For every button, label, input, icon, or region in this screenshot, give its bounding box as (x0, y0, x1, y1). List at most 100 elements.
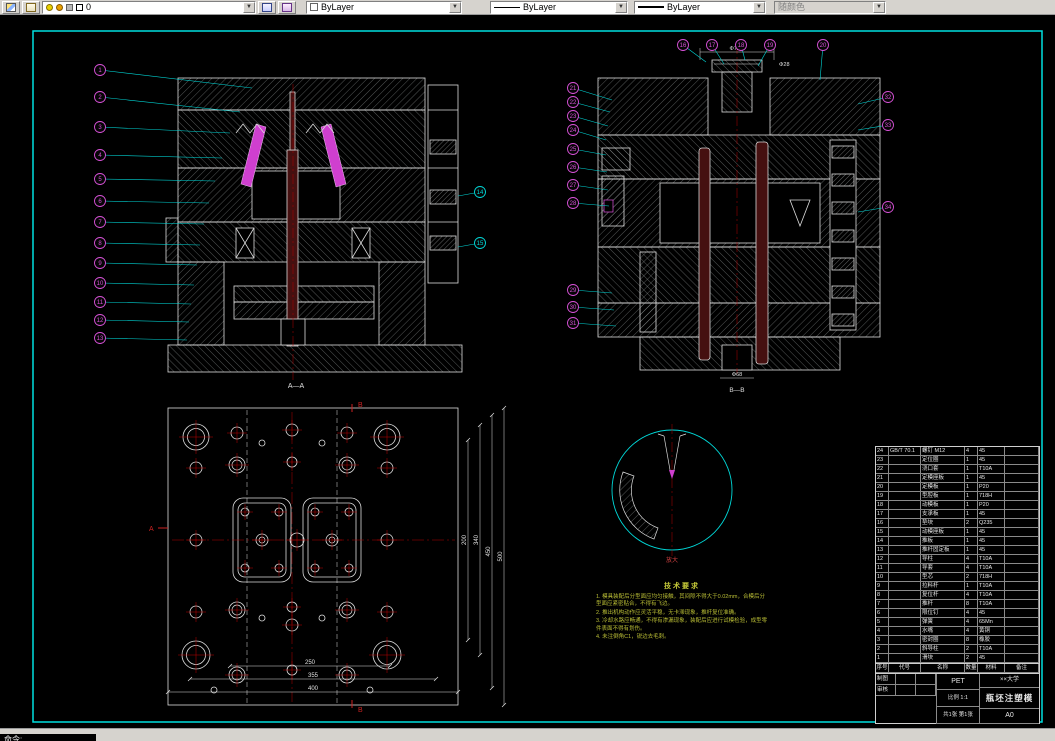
hole-feature (179, 420, 213, 454)
sign-label: 审核 (876, 685, 896, 695)
layer-previous-button[interactable] (278, 0, 296, 14)
title-block-right: ××大学 瓶坯注塑模 A0 (979, 674, 1039, 724)
hole-feature (322, 530, 342, 550)
dimension: 450 (486, 412, 495, 691)
chevron-down-icon: ▼ (873, 1, 885, 13)
svg-text:400: 400 (308, 686, 319, 692)
color-swatch (310, 3, 318, 11)
hole-feature (377, 602, 397, 622)
hole-feature (225, 663, 249, 687)
hole-feature (283, 661, 301, 679)
svg-text:15: 15 (477, 241, 484, 247)
sheet-icon (282, 2, 292, 12)
bom-row: 14 推板 1 45 (876, 537, 1039, 546)
bom-row: 9 拉料杆 1 T10A (876, 582, 1039, 591)
section-view-a-a (165, 77, 463, 380)
hole-feature (227, 423, 247, 443)
layer-color-chip (76, 3, 83, 11)
hole-feature (252, 530, 272, 550)
svg-text:500: 500 (498, 551, 504, 562)
bom-row: 2 斜导柱 2 T10A (876, 645, 1039, 654)
dimension: 340 (474, 422, 483, 658)
svg-text:17: 17 (709, 43, 716, 49)
svg-text:22: 22 (570, 100, 577, 106)
chevron-down-icon[interactable]: ▼ (753, 1, 765, 13)
part-balloon: 12 (94, 314, 190, 326)
svg-text:13: 13 (97, 336, 104, 342)
material-cell: PET (937, 674, 979, 690)
part-balloon: 20 (817, 39, 829, 81)
part-balloon: 15 (457, 237, 486, 249)
hole-feature (282, 615, 302, 635)
lineweight-combo[interactable]: ByLayer ▼ (634, 0, 766, 14)
section-arrow-label: B (358, 402, 363, 409)
svg-text:30: 30 (570, 305, 577, 311)
title-block: 制图 审核 PET 比例 1:1 共1张 第1张 ××大学 瓶坯注塑模 A0 (876, 673, 1039, 724)
bom-row: 5 弹簧 4 65Mn (876, 618, 1039, 627)
hole-feature (335, 663, 359, 687)
organization-cell: ××大学 (980, 674, 1039, 688)
section-arrow-label: A (149, 526, 154, 533)
chevron-down-icon[interactable]: ▼ (615, 1, 627, 13)
status-bar: 命令: (0, 728, 1055, 741)
plotstyle-combo-value: 随颜色 (778, 1, 806, 12)
bom-row: 1 滑块 2 45 (876, 654, 1039, 663)
tech-note: 3. 冷却水路应畅通，不得有渗漏现象，装配后应进行试模检验，成型零件表面不得有划… (596, 618, 768, 632)
svg-text:34: 34 (885, 205, 892, 211)
bom-row: 17 支承板 1 45 (876, 510, 1039, 519)
object-properties-toolbar: 0 ▼ ByLayer ▼ ByLayer ▼ ByLayer ▼ 随颜色 ▼ (0, 0, 1055, 15)
layer-properties-button[interactable] (2, 0, 20, 14)
dimension: 200 (462, 437, 471, 643)
dimension: 500 (498, 405, 507, 708)
make-object-layer-current-button[interactable] (258, 0, 276, 14)
svg-text:11: 11 (97, 300, 104, 306)
bom-row: 21 定模座板 1 45 (876, 474, 1039, 483)
dimension: 250 (227, 660, 393, 669)
hole-feature (225, 453, 249, 477)
color-combo-value: ByLayer (321, 1, 355, 12)
bom-row: 19 型腔板 1 718H (876, 492, 1039, 501)
sheet-cell: 共1张 第1张 (937, 707, 979, 724)
color-combo[interactable]: ByLayer ▼ (306, 0, 462, 14)
hole-feature (186, 530, 206, 550)
tech-note: 1. 模具装配后分型面应均匀接触，其间隙不得大于0.02mm，合模后分型面应紧密… (596, 594, 765, 608)
section-b-label: B—B (729, 387, 744, 394)
layer-combo[interactable]: 0 ▼ (42, 0, 256, 14)
linetype-combo[interactable]: ByLayer ▼ (490, 0, 628, 14)
sign-label: 制图 (876, 674, 896, 684)
part-balloon: 13 (94, 332, 188, 344)
svg-text:21: 21 (570, 86, 577, 92)
command-line-text[interactable]: 命令: (0, 734, 96, 741)
drawing-title-cell: 瓶坯注塑模 (980, 688, 1039, 709)
bom-row: 11 导套 4 T10A (876, 564, 1039, 573)
svg-text:32: 32 (885, 95, 892, 101)
layer-states-button[interactable] (22, 0, 40, 14)
layer-combo-value: 0 (86, 1, 92, 12)
plotstyle-combo: 随颜色 ▼ (774, 0, 886, 14)
hole-feature (370, 420, 404, 454)
part-balloon: 11 (94, 296, 192, 308)
chevron-down-icon[interactable]: ▼ (449, 1, 461, 13)
svg-text:14: 14 (477, 190, 484, 196)
svg-text:340: 340 (474, 534, 480, 545)
bom-row: 10 型芯 2 718H (876, 573, 1039, 582)
title-block-middle: PET 比例 1:1 共1张 第1张 (936, 674, 979, 724)
dimension: 355 (187, 673, 439, 682)
sheet-size-cell: A0 (980, 709, 1039, 724)
bom-row: 13 推杆固定板 1 45 (876, 546, 1039, 555)
hole-feature (318, 439, 326, 447)
gate-tip (669, 470, 675, 479)
hole-feature (377, 530, 397, 550)
linetype-sample (494, 6, 520, 8)
svg-text:31: 31 (570, 321, 577, 327)
bom-row: 7 推杆 8 T10A (876, 600, 1039, 609)
hole-feature (186, 602, 206, 622)
hole-feature (337, 423, 357, 443)
hole-feature (186, 458, 206, 478)
svg-text:355: 355 (308, 673, 319, 679)
technical-requirements: 技术要求 1. 模具装配后分型面应均匀接触，其间隙不得大于0.02mm，合模后分… (596, 581, 768, 643)
dimension-label: Φ68 (732, 372, 743, 378)
hole-feature (282, 420, 302, 440)
hole-feature (283, 598, 301, 616)
chevron-down-icon[interactable]: ▼ (243, 1, 255, 13)
